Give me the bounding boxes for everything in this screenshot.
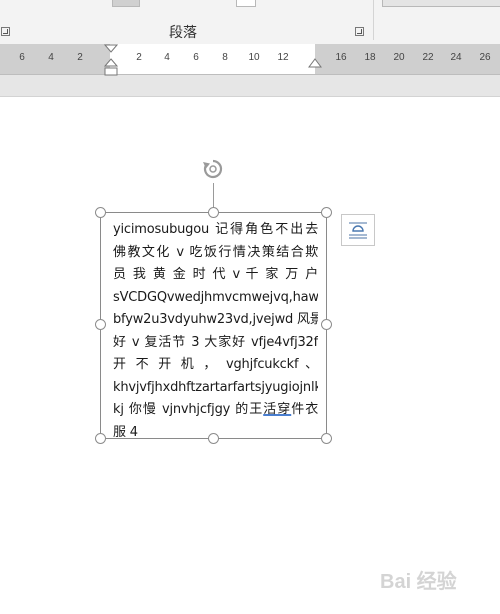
dialog-launcher-icon[interactable] — [1, 27, 10, 36]
text-line: 好 v 复活节 3 大家好 vfje4vfj32f — [113, 334, 318, 350]
resize-handle-right[interactable] — [321, 319, 332, 330]
ruler-area: 6 4 2 2 4 6 8 10 12 16 18 20 22 24 26 — [0, 44, 500, 97]
text-line: kj 你慢 vjnvhjcfjgy 的王活穿件衣 — [113, 399, 318, 422]
ruler-tick: 12 — [277, 52, 289, 63]
text-line: 员 我 黄 金 时 代 v 千 家 万 户 — [113, 267, 318, 282]
ribbon-separator — [373, 0, 374, 40]
text-line: bfyw2u3vdyuhw23vd,jvejwd 风景 — [113, 312, 318, 327]
text-line: 服 4 — [113, 424, 138, 440]
ribbon-button-stub[interactable] — [236, 0, 256, 7]
text-line: 开 不 开 机 ， vghjfcukckf 、 — [113, 357, 318, 372]
ruler-tick: 8 — [222, 52, 228, 63]
ruler-tick: 18 — [364, 52, 376, 63]
ruler-tick: 24 — [450, 52, 462, 63]
ruler-tick: 6 — [19, 52, 25, 63]
paragraph-dialog-launcher-icon[interactable] — [355, 27, 364, 36]
ruler-tick: 4 — [164, 52, 170, 63]
text-line: khvjvfjhxdhftzartarfartsjyugiojnlkb — [113, 379, 318, 395]
text-line: sVCDGQvwedjhmvcmwejvq,hawe — [113, 289, 318, 305]
resize-handle-bottom-left[interactable] — [95, 433, 106, 444]
ribbon-button-stub[interactable] — [112, 0, 140, 7]
resize-handle-left[interactable] — [95, 319, 106, 330]
ruler-tick: 6 — [193, 52, 199, 63]
text-box-content[interactable]: yicimosubugou 记得角色不出去 佛教文化 v 吃饭行情决策结合欺 员… — [113, 219, 318, 444]
hanging-indent-marker-icon[interactable] — [104, 58, 118, 78]
rotate-handle-icon[interactable] — [201, 157, 225, 181]
paragraph-group-label: 段落 — [169, 25, 197, 41]
ruler-tick: 2 — [136, 52, 142, 63]
layout-options-icon — [349, 222, 367, 239]
ruler-tick: 20 — [393, 52, 405, 63]
ruler-tick: 4 — [48, 52, 54, 63]
resize-handle-top[interactable] — [208, 207, 219, 218]
resize-handle-bottom-right[interactable] — [321, 433, 332, 444]
text-line: 佛教文化 v 吃饭行情决策结合欺 — [113, 244, 318, 260]
ruler-tick: 26 — [479, 52, 491, 63]
text-line: yicimosubugou 记得角色不出去 — [113, 222, 318, 237]
resize-handle-top-right[interactable] — [321, 207, 332, 218]
resize-handle-top-left[interactable] — [95, 207, 106, 218]
right-indent-marker-icon[interactable] — [308, 58, 322, 70]
watermark: Bai 经验 — [380, 571, 457, 593]
ruler-tick: 2 — [77, 52, 83, 63]
text-line-end: 件衣 — [291, 402, 318, 417]
ruler-tick: 10 — [248, 52, 260, 63]
ruler-tick: 22 — [422, 52, 434, 63]
ribbon: 段落 — [0, 0, 500, 45]
text-line-start: kj 你慢 vjnvhjcfjgy 的王 — [113, 402, 264, 417]
layout-options-button[interactable] — [341, 214, 375, 246]
spelling-underlined-text: 活穿 — [263, 402, 292, 417]
ruler-tick: 16 — [335, 52, 347, 63]
horizontal-ruler[interactable]: 6 4 2 2 4 6 8 10 12 16 18 20 22 24 26 — [0, 44, 500, 75]
ribbon-button-stub[interactable] — [382, 0, 500, 7]
